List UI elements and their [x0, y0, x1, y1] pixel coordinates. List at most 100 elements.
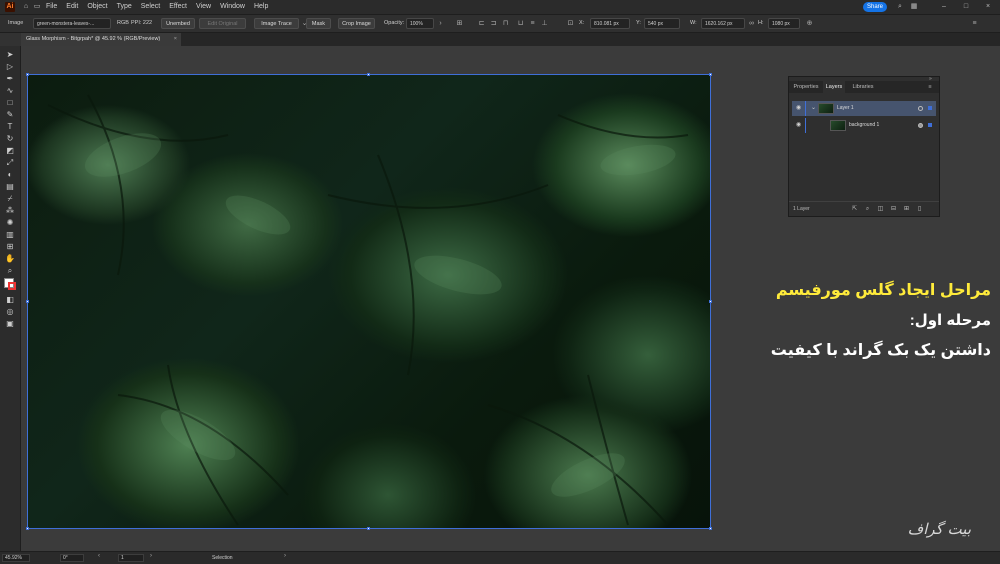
bounding-box-handle[interactable]: [709, 73, 712, 76]
bounding-box-handle[interactable]: [26, 73, 29, 76]
bounding-box-handle[interactable]: [26, 527, 29, 530]
document-tab[interactable]: Glass Morphism - Bitgrpah* @ 45.92 % (RG…: [21, 33, 181, 46]
transform-icon[interactable]: ⊕: [805, 19, 814, 28]
rotate-tool-icon[interactable]: ↻: [5, 134, 15, 144]
layer-name[interactable]: background 1: [849, 118, 879, 133]
opacity-field[interactable]: 100%: [406, 18, 434, 29]
rectangle-tool-icon[interactable]: □: [5, 98, 15, 108]
canvas-area[interactable]: » Properties Layers Libraries ≡ ◉ ⌄ Laye…: [21, 46, 1000, 551]
next-artboard-icon[interactable]: ›: [150, 553, 152, 559]
align-middle-icon[interactable]: ≡: [528, 19, 537, 28]
menu-view[interactable]: View: [196, 0, 211, 14]
artboard-number-field[interactable]: 1: [118, 554, 144, 562]
target-circle-icon[interactable]: [918, 106, 923, 111]
h-field[interactable]: 1080 px: [768, 18, 800, 29]
bounding-box-handle[interactable]: [709, 527, 712, 530]
shape-builder-tool-icon[interactable]: ◐: [5, 170, 15, 180]
menu-select[interactable]: Select: [141, 0, 160, 14]
menu-edit[interactable]: Edit: [66, 0, 78, 14]
workspace-icon[interactable]: ▦: [910, 3, 918, 11]
selection-indicator-icon[interactable]: [928, 123, 932, 127]
align-top-icon[interactable]: ⊔: [516, 19, 525, 28]
new-layer-icon[interactable]: ⊞: [903, 206, 910, 213]
link-icon[interactable]: ∞: [747, 19, 756, 28]
bounding-box-handle[interactable]: [367, 527, 370, 530]
layer-name[interactable]: Layer 1: [837, 101, 854, 116]
y-field[interactable]: 540 px: [644, 18, 680, 29]
direct-selection-tool-icon[interactable]: ▷: [5, 62, 15, 72]
eyedropper-tool-icon[interactable]: ⌿: [5, 194, 15, 204]
rotation-field[interactable]: 0°: [60, 554, 84, 562]
expand-chevron-icon[interactable]: ⌄: [811, 101, 816, 116]
panel-menu-icon[interactable]: ≡: [925, 81, 935, 93]
layer-row-background-1[interactable]: ◉ background 1: [792, 118, 936, 133]
zoom-field[interactable]: 45.92%: [2, 554, 30, 562]
screen-mode-icon[interactable]: ▣: [5, 319, 15, 329]
menu-window[interactable]: Window: [220, 0, 245, 14]
search-icon[interactable]: ⌕: [896, 3, 904, 11]
bounding-box-handle[interactable]: [709, 300, 712, 303]
selection-tool-icon[interactable]: ➤: [5, 50, 15, 60]
type-tool-icon[interactable]: T: [5, 122, 15, 132]
menu-file[interactable]: File: [46, 0, 57, 14]
clipping-mask-icon[interactable]: ◫: [877, 206, 884, 213]
paintbrush-tool-icon[interactable]: ✎: [5, 110, 15, 120]
pen-tool-icon[interactable]: ✒: [5, 74, 15, 84]
export-icon[interactable]: ⇱: [851, 206, 858, 213]
file-open-icon[interactable]: ▭: [33, 3, 41, 11]
new-sublayer-icon[interactable]: ⊟: [890, 206, 897, 213]
status-menu-icon[interactable]: ›: [284, 553, 286, 559]
align-right-icon[interactable]: ⊓: [501, 19, 510, 28]
align-left-icon[interactable]: ⊏: [477, 19, 486, 28]
align-icon[interactable]: ⊞: [455, 19, 464, 28]
panel-menu-icon[interactable]: ≡: [970, 19, 979, 28]
home-icon[interactable]: ⌂: [22, 3, 30, 11]
previous-artboard-icon[interactable]: ‹: [98, 553, 100, 559]
graph-tool-icon[interactable]: ▥: [5, 230, 15, 240]
selected-image-background[interactable]: [27, 74, 711, 529]
close-tab-icon[interactable]: ×: [174, 33, 177, 46]
align-bottom-icon[interactable]: ⊥: [540, 19, 549, 28]
menu-help[interactable]: Help: [254, 0, 268, 14]
share-button[interactable]: Share: [863, 2, 887, 12]
visibility-eye-icon[interactable]: ◉: [795, 118, 802, 133]
tab-libraries[interactable]: Libraries: [847, 81, 879, 93]
target-circle-icon[interactable]: [918, 123, 923, 128]
bounding-box-handle[interactable]: [367, 73, 370, 76]
scale-tool-icon[interactable]: ⤢: [5, 158, 15, 168]
crop-image-button[interactable]: Crop Image: [338, 18, 375, 29]
eraser-tool-icon[interactable]: ◩: [5, 146, 15, 156]
bounding-box-handle[interactable]: [26, 300, 29, 303]
unembed-button[interactable]: Unembed: [161, 18, 195, 29]
layer-row-layer-1[interactable]: ◉ ⌄ Layer 1: [792, 101, 936, 116]
tab-properties[interactable]: Properties: [789, 81, 823, 93]
drawing-modes-icon[interactable]: ◎: [5, 307, 15, 317]
menu-effect[interactable]: Effect: [169, 0, 187, 14]
hand-tool-icon[interactable]: ✋: [5, 254, 15, 264]
close-icon[interactable]: ×: [984, 3, 992, 11]
visibility-eye-icon[interactable]: ◉: [795, 101, 802, 116]
menu-object[interactable]: Object: [87, 0, 107, 14]
artboard-tool-icon[interactable]: ⊞: [5, 242, 15, 252]
chevron-right-icon[interactable]: ›: [436, 19, 445, 28]
stroke-color-icon[interactable]: [8, 282, 16, 290]
curvature-tool-icon[interactable]: ∿: [5, 86, 15, 96]
x-field[interactable]: 810.081 px: [590, 18, 630, 29]
w-field[interactable]: 1620.162 px: [701, 18, 745, 29]
mask-button[interactable]: Mask: [306, 18, 331, 29]
selection-indicator-icon[interactable]: [928, 106, 932, 110]
reference-point-icon[interactable]: ⊡: [566, 19, 575, 28]
locate-object-icon[interactable]: ⌕: [864, 206, 871, 213]
maximize-icon[interactable]: □: [962, 3, 970, 11]
zoom-tool-icon[interactable]: ⌕: [5, 266, 15, 276]
delete-layer-icon[interactable]: ▯: [916, 206, 923, 213]
tab-layers[interactable]: Layers: [823, 81, 845, 93]
menu-type[interactable]: Type: [117, 0, 132, 14]
edit-original-button[interactable]: Edit Original: [199, 18, 246, 29]
linked-file-field[interactable]: green-monstera-leaves-...: [33, 18, 111, 29]
image-trace-button[interactable]: Image Trace: [254, 18, 299, 29]
color-modes-icon[interactable]: ◧: [5, 295, 15, 305]
minimize-icon[interactable]: –: [940, 3, 948, 11]
symbol-sprayer-tool-icon[interactable]: ✺: [5, 218, 15, 228]
gradient-tool-icon[interactable]: ▤: [5, 182, 15, 192]
